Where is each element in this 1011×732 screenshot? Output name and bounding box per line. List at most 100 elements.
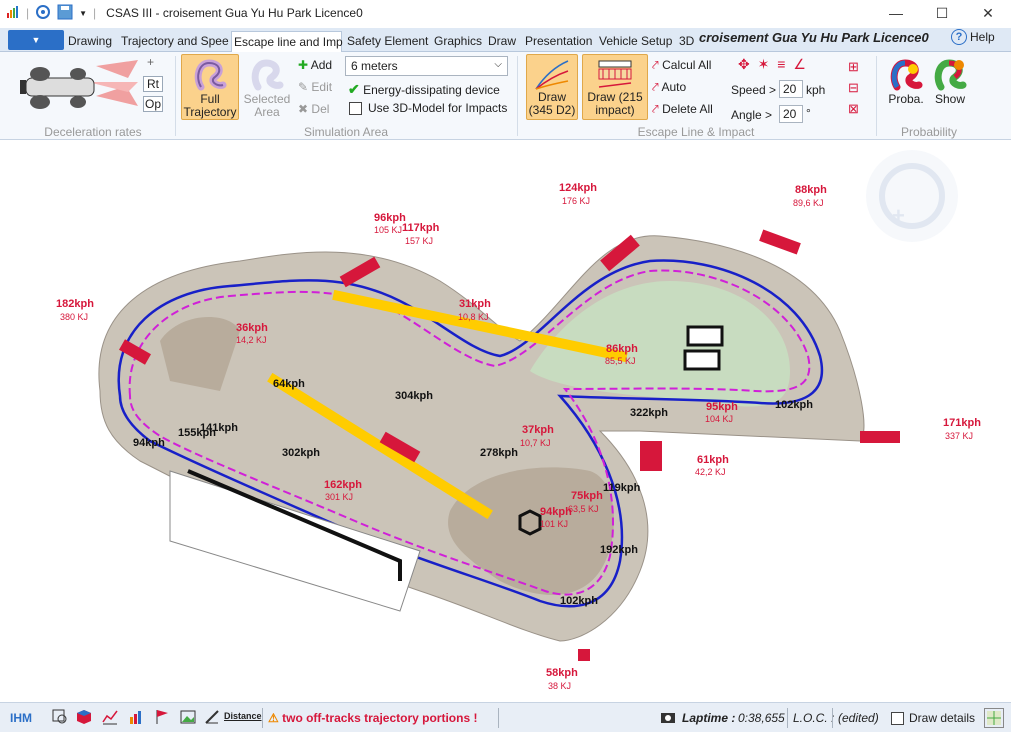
svg-text:89,6 KJ: 89,6 KJ <box>793 198 824 208</box>
grid-chart-icon[interactable] <box>128 709 144 725</box>
laptime-label: Laptime : <box>682 711 736 725</box>
svg-text:162kph: 162kph <box>324 479 362 491</box>
camera-icon[interactable] <box>660 709 676 725</box>
impact-label: 117kph 157 KJ <box>402 222 440 246</box>
impact-label: 182kph 380 KJ <box>56 298 94 322</box>
track-canvas[interactable]: + 304kph 64kph 155kph 141kph 94kph 302kp… <box>0 141 1011 701</box>
proba-button[interactable]: Proba. <box>884 54 928 120</box>
export-element-icon[interactable]: ⊠ <box>848 98 868 119</box>
burst-icon[interactable]: ✶ <box>758 56 770 72</box>
draw-d2-button[interactable]: Draw (345 D2) <box>526 54 578 120</box>
auto-button[interactable]: ⤤ Auto <box>652 80 686 95</box>
svg-text:75kph: 75kph <box>571 490 603 502</box>
svg-text:117kph: 117kph <box>402 222 440 234</box>
speed-label: 102kph <box>775 399 813 411</box>
loc-label: L.O.C. : <box>793 711 835 725</box>
tab-vehicle-setup[interactable]: Vehicle Setup <box>597 31 674 52</box>
tab-draw[interactable]: Draw <box>486 31 518 52</box>
edit-area-button[interactable]: ✎ Edit <box>298 80 332 94</box>
car-deceleration-icon[interactable] <box>18 56 140 120</box>
draw-details-checkbox[interactable] <box>891 712 904 725</box>
arrows-icon[interactable]: ✥ <box>738 56 750 72</box>
delete-icon: ✖ <box>298 102 309 116</box>
impact-barrier-icon <box>598 60 632 88</box>
svg-text:105 KJ: 105 KJ <box>374 225 402 235</box>
decel-rt-button[interactable]: Rt <box>143 76 163 92</box>
speed-unit: kph <box>806 83 826 97</box>
chart-icon[interactable] <box>102 709 118 725</box>
ruler-icon[interactable] <box>204 709 220 725</box>
tab-safety-element[interactable]: Safety Element <box>345 31 430 52</box>
svg-text:58kph: 58kph <box>546 667 578 679</box>
maximize-icon[interactable]: ☐ <box>919 0 965 26</box>
speed-label: 141kph <box>200 422 238 434</box>
use-3d-checkbox[interactable] <box>349 102 362 115</box>
delete-all-button[interactable]: ⤤ Delete All <box>652 102 713 117</box>
distance-tool[interactable]: Distance <box>224 711 262 721</box>
angle-icon[interactable]: ∠ <box>793 56 806 72</box>
show-button[interactable]: Show <box>930 54 970 120</box>
cube-icon[interactable] <box>76 709 92 725</box>
speed-label: 278kph <box>480 447 518 459</box>
svg-text:+: + <box>892 203 905 228</box>
decel-plus[interactable]: + <box>147 55 154 69</box>
save-icon[interactable] <box>57 4 73 23</box>
full-trajectory-button[interactable]: Full Trajectory <box>181 54 239 120</box>
tab-presentation[interactable]: Presentation <box>523 31 594 52</box>
escape-tools-icons[interactable]: ✥ ✶ ≡ ∠ <box>738 56 828 76</box>
angle-input[interactable]: 20 <box>779 105 803 123</box>
tab-trajectory[interactable]: Trajectory and Spee <box>119 31 231 52</box>
tab-drawing[interactable]: Drawing <box>66 31 114 52</box>
speed-label: 64kph <box>273 378 305 390</box>
grid-view-icon[interactable] <box>984 708 1004 728</box>
draw-impact-button[interactable]: Draw (215 impact) <box>582 54 648 120</box>
quick-access-dropdown-icon[interactable]: ▼ <box>79 9 87 18</box>
svg-text:10,8 KJ: 10,8 KJ <box>458 312 489 322</box>
delete-area-button[interactable]: ✖ Del <box>298 102 329 116</box>
minimize-icon[interactable]: — <box>873 0 919 26</box>
svg-text:14,2 KJ: 14,2 KJ <box>236 335 267 345</box>
speed-label: 102kph <box>560 595 598 607</box>
simulation-area-group-label: Simulation Area <box>303 125 389 139</box>
add-area-button[interactable]: ✚ Add <box>298 58 332 72</box>
close-icon[interactable]: ✕ <box>965 0 1011 26</box>
svg-text:10,7 KJ: 10,7 KJ <box>520 438 551 448</box>
decel-op-button[interactable]: Op <box>143 96 163 112</box>
help-button[interactable]: ? Help <box>951 29 995 45</box>
speed-input[interactable]: 20 <box>779 80 803 98</box>
impact-label: 171kph 337 KJ <box>943 417 981 441</box>
impact-label: 58kph 38 KJ <box>546 667 578 691</box>
svg-text:101 KJ: 101 KJ <box>540 519 568 529</box>
selected-area-button[interactable]: Selected Area <box>241 54 293 120</box>
zoom-icon[interactable] <box>52 709 68 725</box>
speed-label: 304kph <box>395 390 433 402</box>
image-icon[interactable] <box>180 709 196 725</box>
lines-icon[interactable]: ≡ <box>777 56 785 72</box>
remove-element-icon[interactable]: ⊟ <box>848 77 868 98</box>
tab-3d[interactable]: 3D <box>677 31 696 52</box>
svg-text:31kph: 31kph <box>459 298 491 310</box>
help-icon: ? <box>951 29 967 45</box>
tab-graphics[interactable]: Graphics <box>432 31 484 52</box>
warning-message: ⚠ two off-tracks trajectory portions ! <box>268 711 478 725</box>
probability-group-label: Probability <box>900 125 958 139</box>
svg-text:104 KJ: 104 KJ <box>705 414 733 424</box>
tab-escape-line[interactable]: Escape line and Imp <box>231 31 343 52</box>
impact-label: 88kph 89,6 KJ <box>793 184 827 208</box>
watermark-logo: + <box>866 150 958 242</box>
impact-label: 61kph42,2 KJ <box>695 454 729 477</box>
use-3d-label: Use 3D-Model for Impacts <box>368 101 508 115</box>
flag-icon[interactable] <box>154 709 170 725</box>
calcul-all-button[interactable]: ⤤ Calcul All <box>652 58 711 73</box>
add-element-icon[interactable]: ⊞ <box>848 56 868 77</box>
edited-label: (edited) <box>838 711 879 725</box>
auto-icon: ⤤ <box>652 80 659 94</box>
ihm-label[interactable]: IHM <box>10 711 32 725</box>
file-menu-button[interactable]: ▼ <box>8 30 64 50</box>
energy-device-checkbox[interactable]: ✔ Energy-dissipating device <box>348 81 500 98</box>
settings-icon[interactable] <box>35 4 51 23</box>
selected-area-icon <box>251 59 284 91</box>
angle-unit: ° <box>806 106 811 120</box>
probability-track-icon <box>890 59 923 91</box>
distance-select[interactable]: 6 meters ⌵ <box>345 56 508 76</box>
